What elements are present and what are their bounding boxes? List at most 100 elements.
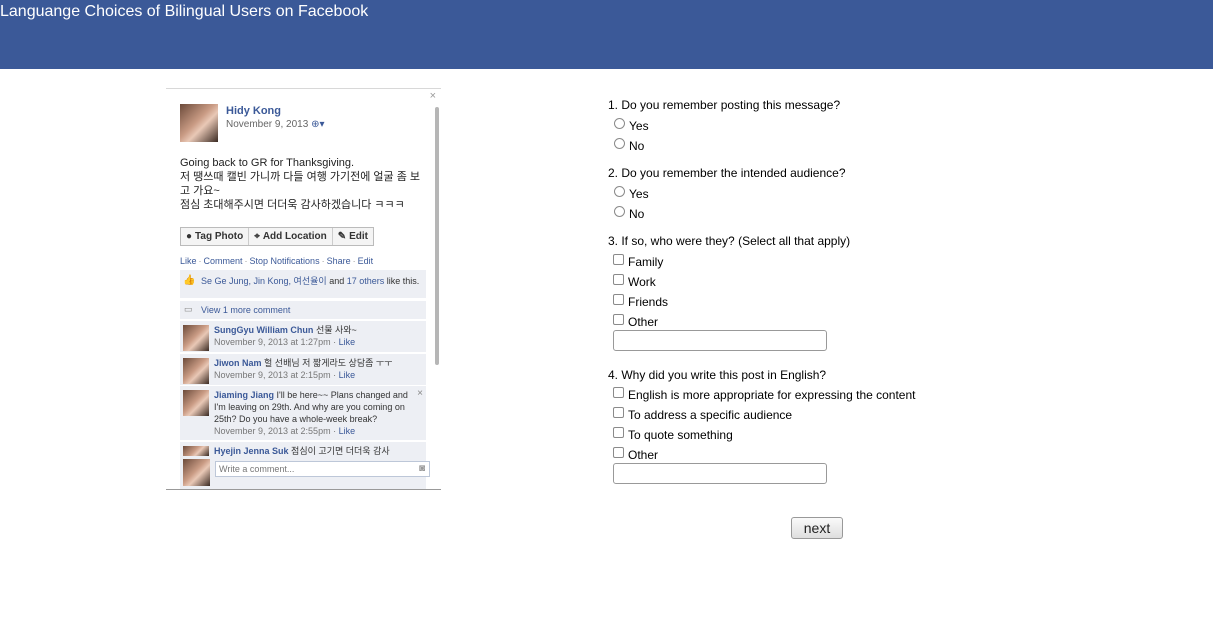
radio-button[interactable] <box>614 205 625 217</box>
q2-option-no[interactable]: No <box>614 204 644 221</box>
likes-suffix: like this. <box>386 276 420 286</box>
stop-notifications-link[interactable]: Stop Notifications <box>250 256 320 266</box>
checkbox[interactable] <box>613 313 624 325</box>
view-more-label: View 1 more comment <box>201 305 291 315</box>
comment-like-link[interactable]: Like <box>339 426 356 436</box>
likes-and: and <box>329 276 345 286</box>
checkbox[interactable] <box>613 253 624 265</box>
facebook-post: × Hidy Kong November 9, 2013 ⊕▾ Going ba… <box>166 88 441 490</box>
commenter-name[interactable]: Jiaming Jiang <box>214 390 274 400</box>
like-link[interactable]: Like <box>180 256 197 266</box>
option-label: To address a specific audience <box>628 408 793 422</box>
q3-option-family[interactable]: Family <box>613 252 663 269</box>
q3-other-input[interactable] <box>613 330 827 351</box>
radio-button[interactable] <box>614 117 625 129</box>
view-more-comments[interactable]: ▭ View 1 more comment <box>180 301 426 319</box>
checkbox[interactable] <box>613 446 624 458</box>
option-label: Friends <box>628 295 669 309</box>
author-name[interactable]: Hidy Kong <box>226 105 281 117</box>
option-label: Other <box>628 448 659 462</box>
comment-time: November 9, 2013 at 2:15pm <box>214 370 331 380</box>
comment-time: November 9, 2013 at 1:27pm <box>214 337 331 347</box>
option-label: English is more appropriate for expressi… <box>628 388 916 402</box>
scrollbar[interactable] <box>435 107 439 365</box>
post-actions: ● Tag Photo ⌖ Add Location ✎ Edit <box>180 227 374 246</box>
radio-button[interactable] <box>614 137 625 149</box>
write-comment-box: Write a comment... ◙ <box>180 456 430 489</box>
commenter-name[interactable]: SungGyu William Chun <box>214 325 313 335</box>
option-label: Yes <box>629 119 649 133</box>
add-location-button[interactable]: ⌖ Add Location <box>249 228 333 245</box>
post-date-text: November 9, 2013 <box>226 119 309 130</box>
share-link[interactable]: Share <box>327 256 351 266</box>
message-line: 점심 초대해주시면 더더욱 감사하겠습니다 ㅋㅋㅋ <box>180 199 405 211</box>
commenter-name[interactable]: Jiwon Nam <box>214 358 262 368</box>
edit-label: Edit <box>349 231 368 242</box>
comment-item: SungGyu William Chun 선물 사와~ November 9, 2… <box>180 321 426 352</box>
commenter-avatar[interactable] <box>183 358 209 384</box>
comment-input[interactable]: Write a comment... ◙ <box>215 461 430 477</box>
comment-link[interactable]: Comment <box>204 256 243 266</box>
location-pin-icon: ⌖ <box>254 231 260 242</box>
pencil-icon: ✎ <box>337 231 347 242</box>
comment-placeholder: Write a comment... <box>219 464 295 474</box>
tag-icon: ● <box>186 231 193 242</box>
q3-option-work[interactable]: Work <box>613 272 656 289</box>
comment-like-link[interactable]: Like <box>339 337 356 347</box>
close-icon[interactable]: × <box>417 388 423 400</box>
edit-button[interactable]: ✎ Edit <box>333 228 373 245</box>
page-title: Languange Choices of Bilingual Users on … <box>0 3 369 20</box>
commenter-avatar[interactable] <box>183 446 209 456</box>
post-links: Like · Comment · Stop Notifications · Share · Ed… <box>180 256 374 266</box>
q4-option-other[interactable]: Other <box>613 445 659 462</box>
q4-option-appropriate[interactable]: English is more appropriate for expressi… <box>613 385 916 402</box>
checkbox[interactable] <box>613 386 624 398</box>
camera-icon[interactable]: ◙ <box>419 462 425 476</box>
commenter-name[interactable]: Hyejin Jenna Suk <box>214 446 289 456</box>
likes-summary: 👍 Se Ge Jung, Jin Kong, 여선율이 and 17 othe… <box>180 270 426 298</box>
option-label: To quote something <box>628 428 733 442</box>
add-location-label: Add Location <box>262 231 327 242</box>
option-label: Other <box>628 315 659 329</box>
author-avatar[interactable] <box>180 104 218 142</box>
tag-photo-button[interactable]: ● Tag Photo <box>181 228 250 245</box>
q3-option-other[interactable]: Other <box>613 312 659 329</box>
commenter-avatar[interactable] <box>183 390 209 416</box>
question-3-label: 3. If so, who were they? (Select all tha… <box>608 234 851 248</box>
comment-time: November 9, 2013 at 2:55pm <box>214 426 331 436</box>
thumbs-up-icon: 👍 <box>183 275 196 286</box>
others-link[interactable]: 17 others <box>347 276 385 286</box>
q4-option-quote[interactable]: To quote something <box>613 425 733 442</box>
checkbox[interactable] <box>613 426 624 438</box>
question-2-label: 2. Do you remember the intended audience… <box>608 166 846 180</box>
comment-like-link[interactable]: Like <box>339 370 356 380</box>
checkbox[interactable] <box>613 406 624 418</box>
message-line: 저 땡쓰때 캘빈 가니까 다들 여행 가기전에 얼굴 좀 보고 가요~ <box>180 171 421 197</box>
header-bar: Languange Choices of Bilingual Users on … <box>0 0 1213 69</box>
message-line: Going back to GR for Thanksgiving. <box>180 157 355 169</box>
post-date: November 9, 2013 ⊕▾ <box>226 119 324 130</box>
q1-option-no[interactable]: No <box>614 136 645 153</box>
q4-option-audience[interactable]: To address a specific audience <box>613 405 793 422</box>
radio-button[interactable] <box>614 185 625 197</box>
likers-link[interactable]: Se Ge Jung, Jin Kong, 여선율이 <box>201 276 327 286</box>
globe-dropdown-icon[interactable]: ⊕▾ <box>311 119 324 130</box>
question-1-label: 1. Do you remember posting this message? <box>608 98 841 112</box>
edit-link[interactable]: Edit <box>358 256 374 266</box>
checkbox[interactable] <box>613 293 624 305</box>
q1-option-yes[interactable]: Yes <box>614 116 649 133</box>
option-label: No <box>629 139 645 153</box>
q3-option-friends[interactable]: Friends <box>613 292 669 309</box>
question-4-label: 4. Why did you write this post in Englis… <box>608 368 827 382</box>
commenter-avatar[interactable] <box>183 325 209 351</box>
comment-item: × Jiaming Jiang I'll be here~~ Plans cha… <box>180 386 426 440</box>
next-button[interactable]: next <box>791 517 843 539</box>
q4-other-input[interactable] <box>613 463 827 484</box>
close-icon[interactable]: × <box>430 90 436 102</box>
q2-option-yes[interactable]: Yes <box>614 184 649 201</box>
comment-bubble-icon: ▭ <box>184 304 193 314</box>
user-avatar <box>183 459 210 486</box>
option-label: Yes <box>629 187 649 201</box>
checkbox[interactable] <box>613 273 624 285</box>
comment-text: 헐 선배님 저 짧게라도 상담좀 ㅜㅜ <box>264 358 393 368</box>
